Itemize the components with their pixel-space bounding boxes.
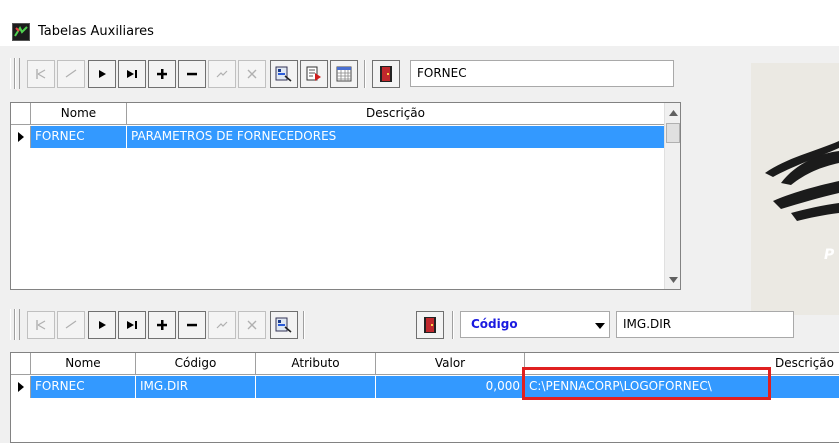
grid-view-button[interactable] xyxy=(330,60,358,88)
column-header-nome[interactable]: Nome xyxy=(31,353,136,375)
top-toolbar: FORNEC xyxy=(0,55,680,92)
search-records-button[interactable] xyxy=(270,311,298,339)
bottom-toolbar: Código IMG.DIR xyxy=(0,306,839,343)
cancel-edit-button[interactable] xyxy=(238,60,266,88)
cell-descricao[interactable]: PARAMETROS DE FORNECEDORES xyxy=(127,126,664,148)
company-logo: P xyxy=(751,63,839,315)
highlight-box xyxy=(522,367,771,400)
table-row[interactable]: FORNEC PARAMETROS DE FORNECEDORES xyxy=(11,126,664,148)
bottom-search-input[interactable]: IMG.DIR xyxy=(616,311,794,338)
delete-record-button[interactable] xyxy=(178,311,206,339)
cell-atributo[interactable] xyxy=(256,376,376,398)
cell-nome[interactable]: FORNEC xyxy=(31,376,136,398)
next-record-button[interactable] xyxy=(88,311,116,339)
title-bar: Tabelas Auxiliares xyxy=(0,0,839,46)
exit-door-icon[interactable] xyxy=(372,60,400,88)
indicator-header xyxy=(11,353,31,375)
column-header-codigo[interactable]: Código xyxy=(136,353,256,375)
field-select-value: Código xyxy=(471,317,518,331)
cell-codigo[interactable]: IMG.DIR xyxy=(136,376,256,398)
exit-door-icon[interactable] xyxy=(416,311,444,339)
row-indicator-icon xyxy=(11,376,31,398)
top-search-input[interactable]: FORNEC xyxy=(410,60,674,87)
column-header-descricao[interactable]: Descrição xyxy=(127,103,664,125)
first-record-button[interactable] xyxy=(27,60,55,88)
scroll-down-arrow-icon[interactable] xyxy=(665,271,680,288)
chevron-down-icon[interactable] xyxy=(595,319,605,333)
previous-record-button[interactable] xyxy=(57,311,85,339)
post-edit-button[interactable] xyxy=(208,60,236,88)
toolbar-separator xyxy=(303,311,305,339)
cancel-edit-button[interactable] xyxy=(238,311,266,339)
toolbar-grip[interactable] xyxy=(15,58,20,89)
toolbar-separator xyxy=(452,311,454,339)
indicator-header xyxy=(11,103,31,125)
row-indicator-icon xyxy=(11,126,31,148)
top-grid: Nome Descrição FORNEC PARAMETROS DE FORN… xyxy=(10,102,681,290)
column-header-atributo[interactable]: Atributo xyxy=(256,353,376,375)
toolbar-grip[interactable] xyxy=(15,309,20,340)
top-grid-header: Nome Descrição xyxy=(11,103,664,125)
insert-record-button[interactable] xyxy=(148,311,176,339)
last-record-button[interactable] xyxy=(118,311,146,339)
window-client-area: FORNEC Nome Descrição FORNEC PARAMETROS … xyxy=(0,46,839,443)
insert-record-button[interactable] xyxy=(148,60,176,88)
scrollbar-thumb[interactable] xyxy=(666,123,680,143)
column-header-valor[interactable]: Valor xyxy=(376,353,525,375)
scroll-up-arrow-icon[interactable] xyxy=(665,104,680,121)
window-title: Tabelas Auxiliares xyxy=(38,24,154,39)
print-report-button[interactable] xyxy=(300,60,328,88)
post-edit-button[interactable] xyxy=(208,311,236,339)
toolbar-separator xyxy=(364,60,366,88)
column-header-nome[interactable]: Nome xyxy=(31,103,127,125)
last-record-button[interactable] xyxy=(118,60,146,88)
first-record-button[interactable] xyxy=(27,311,55,339)
previous-record-button[interactable] xyxy=(57,60,85,88)
cell-nome[interactable]: FORNEC xyxy=(31,126,127,148)
field-select[interactable]: Código xyxy=(460,311,610,338)
app-icon xyxy=(12,23,30,41)
delete-record-button[interactable] xyxy=(178,60,206,88)
top-grid-scrollbar[interactable] xyxy=(664,103,680,289)
search-records-button[interactable] xyxy=(270,60,298,88)
cell-valor[interactable]: 0,000 xyxy=(376,376,525,398)
next-record-button[interactable] xyxy=(88,60,116,88)
logo-text: P xyxy=(824,247,835,263)
